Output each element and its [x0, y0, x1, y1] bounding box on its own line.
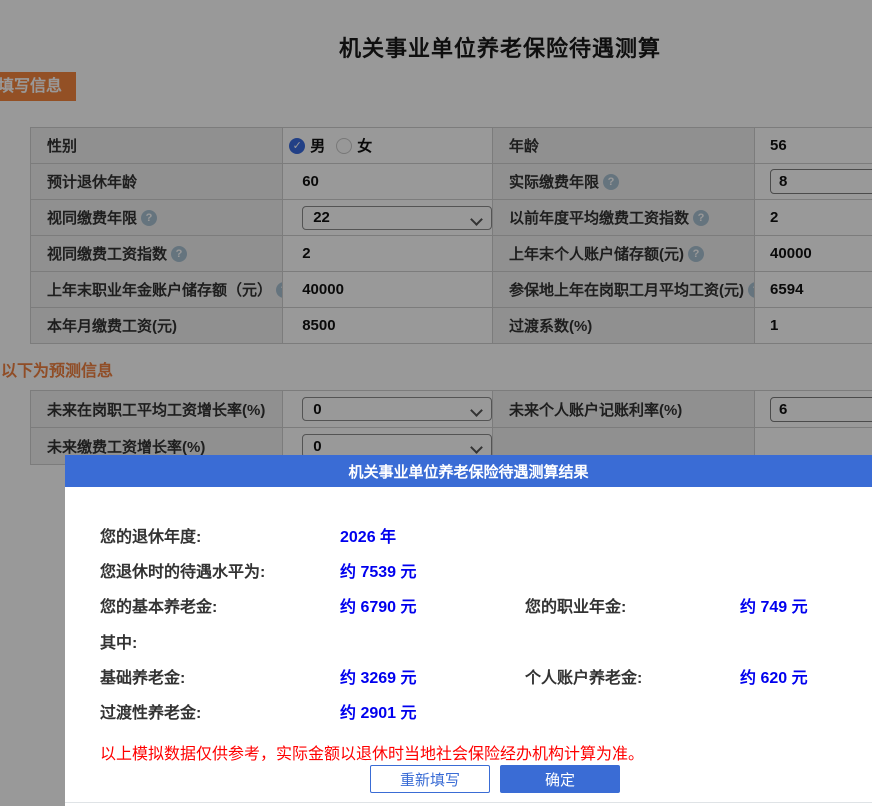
base-pension-label: 基础养老金: [100, 664, 185, 688]
result-modal: 机关事业单位养老保险待遇测算结果 您的退休年度: 2026 年 您退休时的待遇水… [65, 455, 872, 806]
result-modal-body: 您的退休年度: 2026 年 您退休时的待遇水平为: 约 7539 元 您的基本… [65, 487, 872, 806]
personal-account-pension-value: 约 620 元 [740, 664, 808, 688]
occupational-annuity-label: 您的职业年金: [525, 593, 626, 617]
transitional-pension-label: 过渡性养老金: [100, 699, 201, 723]
transitional-pension-value: 约 2901 元 [340, 699, 417, 723]
benefit-level-label: 您退休时的待遇水平为: [100, 558, 265, 582]
result-modal-title: 机关事业单位养老保险待遇测算结果 [348, 461, 588, 482]
retire-year-label: 您的退休年度: [100, 523, 201, 547]
retire-year-value: 2026 年 [340, 523, 396, 547]
pension-calculator-page: 机关事业单位养老保险待遇测算 填写信息 性别 ✓ 男 女 年龄 56 预计退休年… [0, 0, 872, 806]
base-pension-value: 约 3269 元 [340, 664, 417, 688]
occupational-annuity-value: 约 749 元 [740, 593, 808, 617]
basic-pension-label: 您的基本养老金: [100, 593, 217, 617]
basic-pension-value: 约 6790 元 [340, 593, 417, 617]
refill-button[interactable]: 重新填写 [370, 765, 490, 793]
disclaimer-text: 以上模拟数据仅供参考，实际金额以退休时当地社会保险经办机构计算为准。 [100, 740, 644, 764]
result-modal-header: 机关事业单位养老保险待遇测算结果 [65, 455, 872, 487]
among-which-label: 其中: [100, 629, 137, 653]
confirm-button[interactable]: 确定 [500, 765, 620, 793]
benefit-level-value: 约 7539 元 [340, 558, 417, 582]
modal-footer-divider [65, 802, 872, 803]
personal-account-pension-label: 个人账户养老金: [525, 664, 642, 688]
